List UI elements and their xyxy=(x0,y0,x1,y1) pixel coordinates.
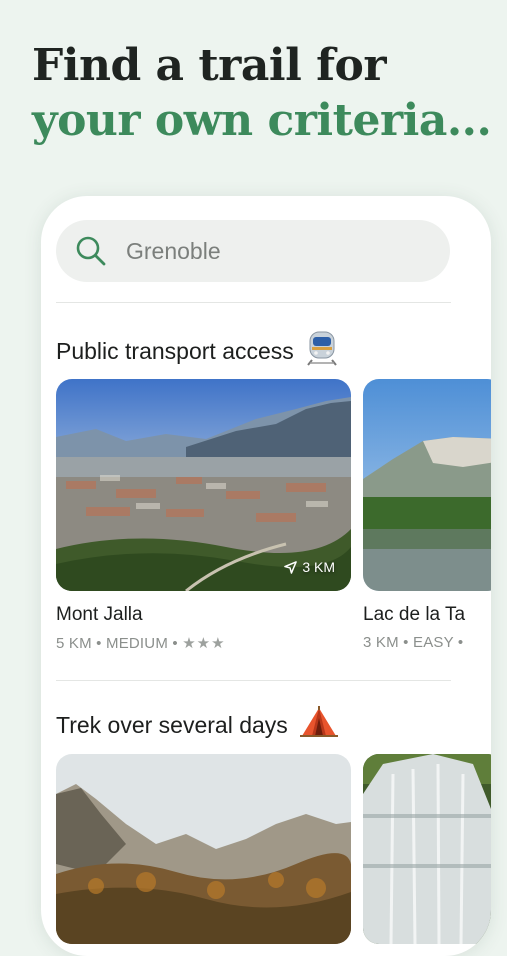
trail-rating: ★★★ xyxy=(182,635,226,652)
trail-distance: 3 KM xyxy=(363,634,399,651)
trail-distance: 5 KM xyxy=(56,635,92,652)
trek-card-1[interactable] xyxy=(56,754,351,944)
section-title-trek: Trek over several days xyxy=(56,706,338,744)
train-icon xyxy=(306,330,338,372)
search-icon xyxy=(76,236,106,266)
trek-photo xyxy=(56,754,351,944)
section-title-label: Trek over several days xyxy=(56,711,288,738)
divider xyxy=(56,680,451,681)
location-arrow-icon xyxy=(284,560,298,574)
headline-line-2: your own criteria... xyxy=(32,95,492,146)
section-title-label: Public transport access xyxy=(56,337,294,364)
distance-away-badge: 3 KM xyxy=(284,559,335,575)
headline: Find a trail for your own criteria... xyxy=(32,38,492,148)
section-title-public-transport: Public transport access xyxy=(56,330,338,372)
trail-meta: 3 KM • EASY • xyxy=(363,634,464,651)
distance-away-label: 3 KM xyxy=(302,559,335,575)
trail-photo xyxy=(363,379,491,591)
trail-difficulty: MEDIUM xyxy=(106,635,169,652)
trail-difficulty: EASY xyxy=(413,634,454,651)
trail-name: Lac de la Ta xyxy=(363,604,466,625)
divider xyxy=(56,302,451,303)
search-bar[interactable] xyxy=(56,220,450,282)
headline-line-1: Find a trail for xyxy=(32,40,387,91)
phone-frame: Public transport access xyxy=(41,196,491,956)
tent-icon xyxy=(299,706,338,744)
trail-name: Mont Jalla xyxy=(56,604,143,625)
trek-photo xyxy=(363,754,491,944)
search-input[interactable] xyxy=(124,236,428,266)
trail-meta: 5 KM • MEDIUM • ★★★ xyxy=(56,635,226,652)
trail-photo: 3 KM xyxy=(56,379,351,591)
